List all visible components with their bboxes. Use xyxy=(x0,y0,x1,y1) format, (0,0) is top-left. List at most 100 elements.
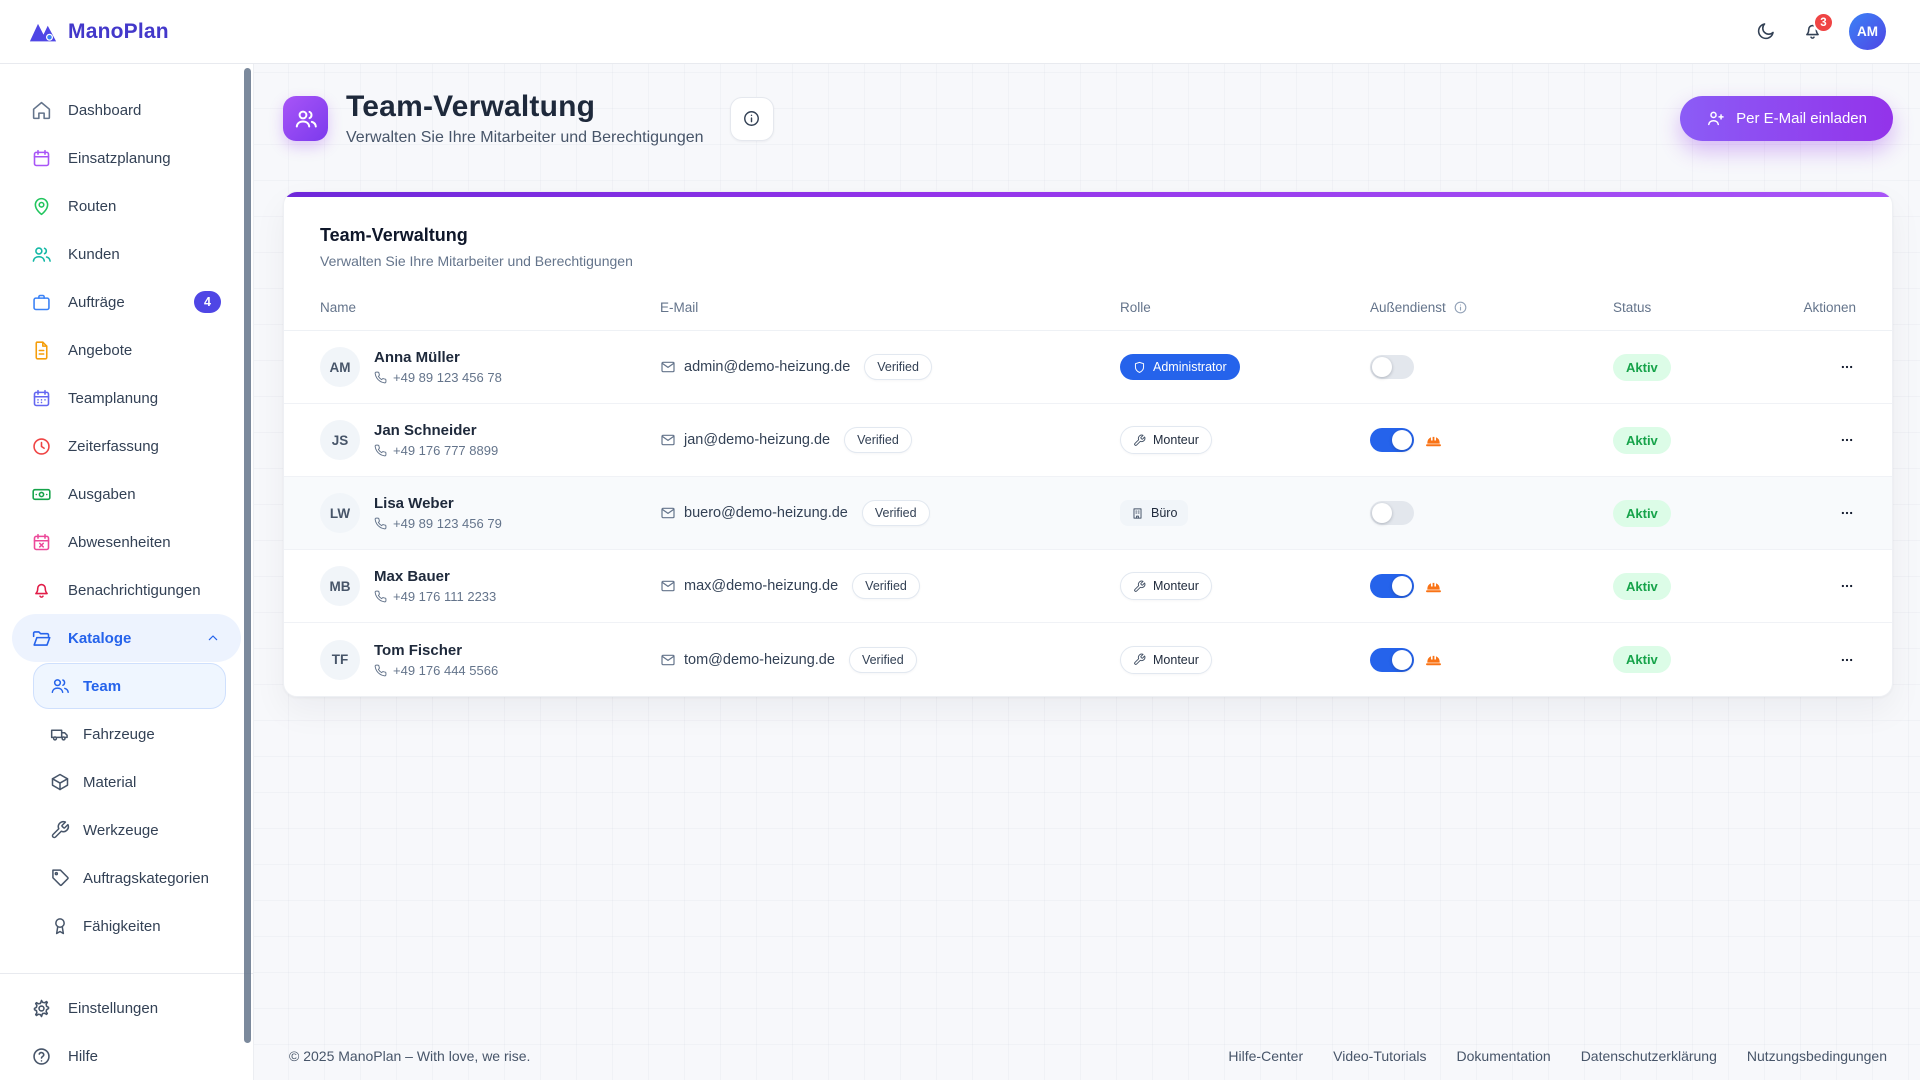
sidebar-count-badge: 4 xyxy=(194,291,221,313)
table-row: AMAnna Müller+49 89 123 456 78admin@demo… xyxy=(284,331,1892,404)
row-actions-button[interactable] xyxy=(1838,431,1856,449)
brand-logo[interactable]: ManoPlan xyxy=(0,17,169,47)
info-button[interactable] xyxy=(730,97,774,141)
sidebar-item-label: Angebote xyxy=(68,342,132,359)
toggle-knob xyxy=(1392,576,1412,596)
member-name: Max Bauer xyxy=(374,568,496,585)
field-service-toggle[interactable] xyxy=(1370,501,1414,525)
mail-icon xyxy=(660,432,676,448)
sidebar-item-einsatzplanung[interactable]: Einsatzplanung xyxy=(12,134,241,182)
table-row: TFTom Fischer+49 176 444 5566tom@demo-he… xyxy=(284,623,1892,696)
clock-icon xyxy=(31,436,52,457)
notifications-button[interactable]: 3 xyxy=(1802,21,1823,42)
sidebar-item-benachrichtigungen[interactable]: Benachrichtigungen xyxy=(12,566,241,614)
sidebar-item-label: Abwesenheiten xyxy=(68,534,171,551)
calendar-days-icon xyxy=(31,388,52,409)
footer-link-video-tutorials[interactable]: Video-Tutorials xyxy=(1333,1048,1426,1064)
verified-badge: Verified xyxy=(862,500,930,526)
footer-link-nutzungsbedingungen[interactable]: Nutzungsbedingungen xyxy=(1747,1048,1887,1064)
sidebar-subnav: TeamFahrzeugeMaterialWerkzeuge Auftragska… xyxy=(0,662,253,950)
footer-link-hilfe-center[interactable]: Hilfe-Center xyxy=(1228,1048,1303,1064)
footer-link-dokumentation[interactable]: Dokumentation xyxy=(1457,1048,1551,1064)
member-phone: +49 176 444 5566 xyxy=(374,663,498,678)
shield-icon xyxy=(1133,361,1146,374)
sidebar: DashboardEinsatzplanungRoutenKundenAuftr… xyxy=(0,64,254,1080)
manoplan-logo-icon xyxy=(28,17,58,47)
moon-icon xyxy=(1755,21,1776,42)
sidebar-item-kunden[interactable]: Kunden xyxy=(12,230,241,278)
ellipsis-icon xyxy=(1838,358,1856,376)
home-icon xyxy=(31,100,52,121)
member-avatar: JS xyxy=(320,420,360,460)
truck-icon xyxy=(50,724,70,744)
map-pin-icon xyxy=(31,196,52,217)
info-icon xyxy=(1453,300,1468,315)
sidebar-scrollbar[interactable] xyxy=(244,68,251,1043)
member-email: max@demo-heizung.de xyxy=(684,578,838,594)
ellipsis-icon xyxy=(1838,651,1856,669)
help-circle-icon xyxy=(31,1046,52,1067)
role-badge: Administrator xyxy=(1120,354,1240,380)
bell-icon xyxy=(31,580,52,601)
truck-icon xyxy=(50,724,70,744)
hard-hat-icon xyxy=(1424,577,1443,596)
field-service-toggle[interactable] xyxy=(1370,428,1414,452)
status-badge: Aktiv xyxy=(1613,427,1671,454)
sidebar-item-abwesenheiten[interactable]: Abwesenheiten xyxy=(12,518,241,566)
file-text-icon xyxy=(31,340,52,361)
sidebar-item-angebote[interactable]: Angebote xyxy=(12,326,241,374)
ellipsis-icon xyxy=(1838,431,1856,449)
row-actions-button[interactable] xyxy=(1838,504,1856,522)
member-phone: +49 89 123 456 78 xyxy=(374,370,502,385)
folder-open-icon xyxy=(31,628,52,649)
ellipsis-icon xyxy=(1838,504,1856,522)
sidebar-item-einstellungen[interactable]: Einstellungen xyxy=(12,984,241,1032)
mail-icon xyxy=(660,505,676,521)
topbar-actions: 3 AM xyxy=(1755,13,1920,50)
footer-link-datenschutzerkl-rung[interactable]: Datenschutzerklärung xyxy=(1581,1048,1717,1064)
sidebar-item-hilfe[interactable]: Hilfe xyxy=(12,1032,241,1080)
sidebar-item-routen[interactable]: Routen xyxy=(12,182,241,230)
sidebar-subitem-auftragskategorien[interactable]: Auftragskategorien xyxy=(33,855,226,901)
field-service-info-icon[interactable] xyxy=(1453,300,1468,315)
sidebar-subitem-faehigkeiten[interactable]: Fähigkeiten xyxy=(33,903,226,949)
users-icon xyxy=(294,107,318,131)
sidebar-subitem-label: Auftragskategorien xyxy=(83,870,209,887)
calendar-days-icon xyxy=(31,388,52,409)
sidebar-item-dashboard[interactable]: Dashboard xyxy=(12,86,241,134)
member-name: Lisa Weber xyxy=(374,495,502,512)
row-actions-button[interactable] xyxy=(1838,651,1856,669)
invite-button-label: Per E-Mail einladen xyxy=(1736,110,1867,127)
tag-icon xyxy=(50,868,70,888)
field-service-toggle[interactable] xyxy=(1370,355,1414,379)
sidebar-subitem-werkzeuge[interactable]: Werkzeuge xyxy=(33,807,226,853)
sidebar-item-zeiterfassung[interactable]: Zeiterfassung xyxy=(12,422,241,470)
verified-badge: Verified xyxy=(852,573,920,599)
invite-email-button[interactable]: Per E-Mail einladen xyxy=(1680,96,1893,141)
sidebar-item-auftraege[interactable]: Aufträge4 xyxy=(12,278,241,326)
phone-icon xyxy=(374,517,387,530)
sidebar-item-teamplanung[interactable]: Teamplanung xyxy=(12,374,241,422)
mail-icon xyxy=(660,578,676,594)
page-title-block: Team-Verwaltung Verwalten Sie Ihre Mitar… xyxy=(346,90,704,147)
row-actions-button[interactable] xyxy=(1838,577,1856,595)
sidebar-subitem-material[interactable]: Material xyxy=(33,759,226,805)
field-service-toggle[interactable] xyxy=(1370,648,1414,672)
member-phone: +49 176 111 2233 xyxy=(374,589,496,604)
dark-mode-toggle[interactable] xyxy=(1755,21,1776,42)
sidebar-subitem-fahrzeuge[interactable]: Fahrzeuge xyxy=(33,711,226,757)
award-icon xyxy=(50,916,70,936)
sidebar-item-kataloge[interactable]: Kataloge xyxy=(12,614,241,662)
user-avatar[interactable]: AM xyxy=(1849,13,1886,50)
toggle-knob xyxy=(1392,650,1412,670)
mail-icon xyxy=(660,652,676,668)
sidebar-item-ausgaben[interactable]: Ausgaben xyxy=(12,470,241,518)
member-email: admin@demo-heizung.de xyxy=(684,359,850,375)
member-name: Tom Fischer xyxy=(374,642,498,659)
sidebar-subitem-team[interactable]: Team xyxy=(33,663,226,709)
mail-icon xyxy=(660,432,676,448)
calendar-icon xyxy=(31,148,52,169)
hard-hat-icon xyxy=(1424,431,1443,450)
field-service-toggle[interactable] xyxy=(1370,574,1414,598)
row-actions-button[interactable] xyxy=(1838,358,1856,376)
